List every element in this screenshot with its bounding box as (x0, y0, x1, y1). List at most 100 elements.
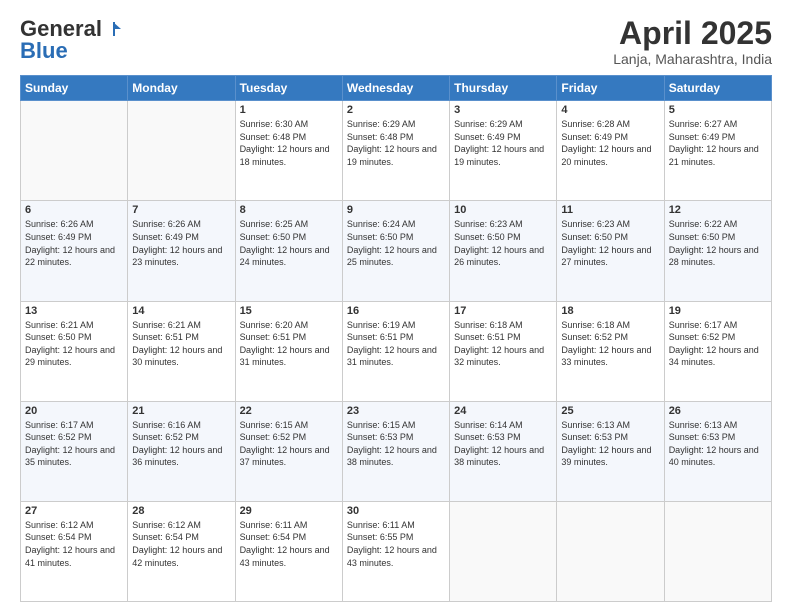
day-info: Sunrise: 6:13 AM Sunset: 6:53 PM Dayligh… (561, 419, 659, 469)
day-number: 5 (669, 104, 767, 116)
day-number: 3 (454, 104, 552, 116)
calendar-cell: 19 Sunrise: 6:17 AM Sunset: 6:52 PM Dayli… (664, 301, 771, 401)
day-number: 29 (240, 505, 338, 517)
day-number: 7 (132, 204, 230, 216)
day-number: 2 (347, 104, 445, 116)
calendar-week-row: 13 Sunrise: 6:21 AM Sunset: 6:50 PM Dayli… (21, 301, 772, 401)
day-info: Sunrise: 6:11 AM Sunset: 6:55 PM Dayligh… (347, 519, 445, 569)
day-info: Sunrise: 6:26 AM Sunset: 6:49 PM Dayligh… (132, 218, 230, 268)
calendar-cell: 30 Sunrise: 6:11 AM Sunset: 6:55 PM Dayli… (342, 501, 449, 601)
day-number: 21 (132, 405, 230, 417)
day-info: Sunrise: 6:30 AM Sunset: 6:48 PM Dayligh… (240, 118, 338, 168)
calendar-cell: 13 Sunrise: 6:21 AM Sunset: 6:50 PM Dayli… (21, 301, 128, 401)
day-number: 11 (561, 204, 659, 216)
calendar-cell: 12 Sunrise: 6:22 AM Sunset: 6:50 PM Dayli… (664, 201, 771, 301)
weekday-header-sunday: Sunday (21, 76, 128, 101)
day-number: 14 (132, 305, 230, 317)
calendar-cell: 21 Sunrise: 6:16 AM Sunset: 6:52 PM Dayli… (128, 401, 235, 501)
calendar-cell (21, 101, 128, 201)
day-info: Sunrise: 6:12 AM Sunset: 6:54 PM Dayligh… (132, 519, 230, 569)
day-info: Sunrise: 6:21 AM Sunset: 6:51 PM Dayligh… (132, 319, 230, 369)
calendar-cell (664, 501, 771, 601)
day-info: Sunrise: 6:25 AM Sunset: 6:50 PM Dayligh… (240, 218, 338, 268)
logo: General Blue (20, 16, 122, 64)
day-number: 25 (561, 405, 659, 417)
day-info: Sunrise: 6:23 AM Sunset: 6:50 PM Dayligh… (561, 218, 659, 268)
calendar-cell: 7 Sunrise: 6:26 AM Sunset: 6:49 PM Daylig… (128, 201, 235, 301)
weekday-header-row: SundayMondayTuesdayWednesdayThursdayFrid… (21, 76, 772, 101)
day-number: 26 (669, 405, 767, 417)
calendar-table: SundayMondayTuesdayWednesdayThursdayFrid… (20, 75, 772, 602)
day-info: Sunrise: 6:21 AM Sunset: 6:50 PM Dayligh… (25, 319, 123, 369)
location: Lanja, Maharashtra, India (613, 51, 772, 67)
month-title: April 2025 (613, 16, 772, 51)
calendar-cell (128, 101, 235, 201)
day-number: 22 (240, 405, 338, 417)
day-info: Sunrise: 6:29 AM Sunset: 6:49 PM Dayligh… (454, 118, 552, 168)
day-info: Sunrise: 6:17 AM Sunset: 6:52 PM Dayligh… (25, 419, 123, 469)
calendar-cell: 5 Sunrise: 6:27 AM Sunset: 6:49 PM Daylig… (664, 101, 771, 201)
calendar-cell: 6 Sunrise: 6:26 AM Sunset: 6:49 PM Daylig… (21, 201, 128, 301)
day-number: 30 (347, 505, 445, 517)
weekday-header-tuesday: Tuesday (235, 76, 342, 101)
day-number: 20 (25, 405, 123, 417)
weekday-header-friday: Friday (557, 76, 664, 101)
title-block: April 2025 Lanja, Maharashtra, India (613, 16, 772, 67)
calendar-cell: 15 Sunrise: 6:20 AM Sunset: 6:51 PM Dayli… (235, 301, 342, 401)
day-number: 27 (25, 505, 123, 517)
day-info: Sunrise: 6:24 AM Sunset: 6:50 PM Dayligh… (347, 218, 445, 268)
day-number: 23 (347, 405, 445, 417)
day-info: Sunrise: 6:14 AM Sunset: 6:53 PM Dayligh… (454, 419, 552, 469)
day-number: 24 (454, 405, 552, 417)
weekday-header-monday: Monday (128, 76, 235, 101)
day-number: 19 (669, 305, 767, 317)
day-info: Sunrise: 6:12 AM Sunset: 6:54 PM Dayligh… (25, 519, 123, 569)
calendar-cell: 17Sunrise: 6:18 AM Sunset: 6:51 PM Dayli… (450, 301, 557, 401)
calendar-cell: 26 Sunrise: 6:13 AM Sunset: 6:53 PM Dayli… (664, 401, 771, 501)
header: General Blue April 2025 Lanja, Maharasht… (20, 16, 772, 67)
calendar-cell: 8 Sunrise: 6:25 AM Sunset: 6:50 PM Daylig… (235, 201, 342, 301)
calendar-cell: 3 Sunrise: 6:29 AM Sunset: 6:49 PM Daylig… (450, 101, 557, 201)
day-number: 12 (669, 204, 767, 216)
day-number: 1 (240, 104, 338, 116)
day-number: 16 (347, 305, 445, 317)
day-info: Sunrise: 6:23 AM Sunset: 6:50 PM Dayligh… (454, 218, 552, 268)
calendar-cell: 2Sunrise: 6:29 AM Sunset: 6:48 PM Daylig… (342, 101, 449, 201)
calendar-cell: 11 Sunrise: 6:23 AM Sunset: 6:50 PM Dayli… (557, 201, 664, 301)
day-info: Sunrise: 6:22 AM Sunset: 6:50 PM Dayligh… (669, 218, 767, 268)
day-number: 28 (132, 505, 230, 517)
day-number: 13 (25, 305, 123, 317)
day-info: Sunrise: 6:28 AM Sunset: 6:49 PM Dayligh… (561, 118, 659, 168)
day-number: 10 (454, 204, 552, 216)
calendar-cell: 20 Sunrise: 6:17 AM Sunset: 6:52 PM Dayli… (21, 401, 128, 501)
calendar-cell: 1 Sunrise: 6:30 AM Sunset: 6:48 PM Daylig… (235, 101, 342, 201)
calendar-cell (557, 501, 664, 601)
day-number: 8 (240, 204, 338, 216)
calendar-week-row: 27 Sunrise: 6:12 AM Sunset: 6:54 PM Dayli… (21, 501, 772, 601)
calendar-cell: 29Sunrise: 6:11 AM Sunset: 6:54 PM Dayli… (235, 501, 342, 601)
day-info: Sunrise: 6:15 AM Sunset: 6:52 PM Dayligh… (240, 419, 338, 469)
calendar-cell: 18Sunrise: 6:18 AM Sunset: 6:52 PM Dayli… (557, 301, 664, 401)
calendar-cell: 22 Sunrise: 6:15 AM Sunset: 6:52 PM Dayli… (235, 401, 342, 501)
calendar-cell: 28 Sunrise: 6:12 AM Sunset: 6:54 PM Dayli… (128, 501, 235, 601)
calendar-cell: 16 Sunrise: 6:19 AM Sunset: 6:51 PM Dayli… (342, 301, 449, 401)
calendar-cell: 27 Sunrise: 6:12 AM Sunset: 6:54 PM Dayli… (21, 501, 128, 601)
calendar-cell: 9Sunrise: 6:24 AM Sunset: 6:50 PM Daylig… (342, 201, 449, 301)
day-info: Sunrise: 6:20 AM Sunset: 6:51 PM Dayligh… (240, 319, 338, 369)
weekday-header-saturday: Saturday (664, 76, 771, 101)
day-info: Sunrise: 6:13 AM Sunset: 6:53 PM Dayligh… (669, 419, 767, 469)
calendar-cell: 24 Sunrise: 6:14 AM Sunset: 6:53 PM Dayli… (450, 401, 557, 501)
calendar-week-row: 6 Sunrise: 6:26 AM Sunset: 6:49 PM Daylig… (21, 201, 772, 301)
day-info: Sunrise: 6:17 AM Sunset: 6:52 PM Dayligh… (669, 319, 767, 369)
day-number: 6 (25, 204, 123, 216)
day-info: Sunrise: 6:18 AM Sunset: 6:52 PM Dayligh… (561, 319, 659, 369)
day-info: Sunrise: 6:19 AM Sunset: 6:51 PM Dayligh… (347, 319, 445, 369)
weekday-header-wednesday: Wednesday (342, 76, 449, 101)
weekday-header-thursday: Thursday (450, 76, 557, 101)
day-number: 15 (240, 305, 338, 317)
day-info: Sunrise: 6:26 AM Sunset: 6:49 PM Dayligh… (25, 218, 123, 268)
logo-blue: Blue (20, 38, 68, 64)
day-info: Sunrise: 6:27 AM Sunset: 6:49 PM Dayligh… (669, 118, 767, 168)
calendar-cell: 25 Sunrise: 6:13 AM Sunset: 6:53 PM Dayli… (557, 401, 664, 501)
day-info: Sunrise: 6:16 AM Sunset: 6:52 PM Dayligh… (132, 419, 230, 469)
